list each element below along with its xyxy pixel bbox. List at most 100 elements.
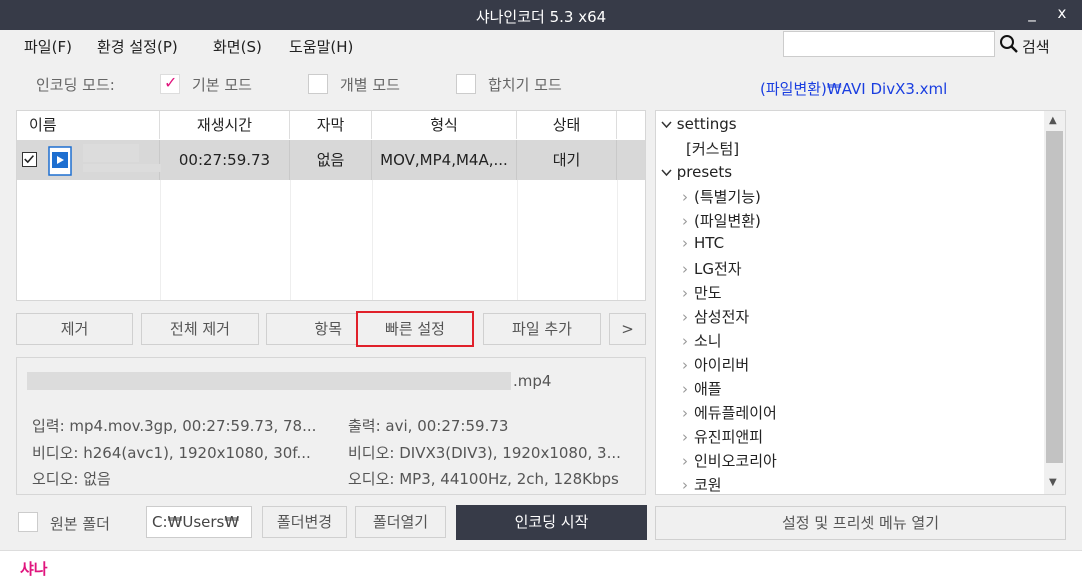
- column-header-status[interactable]: 상태: [517, 111, 617, 139]
- tree-node-label: 삼성전자: [694, 308, 750, 326]
- minimize-button[interactable]: _: [1022, 4, 1042, 22]
- column-divider: [372, 180, 373, 300]
- tree-node-preset[interactable]: › 코원: [682, 474, 722, 494]
- preset-tree[interactable]: settings [커스텀] presets › (특별기능) › (파일변환) › HT…: [655, 110, 1066, 495]
- tree-node-label: 애플: [694, 380, 722, 398]
- tree-node-preset[interactable]: › 유진피앤피: [682, 426, 763, 447]
- chevron-right-icon[interactable]: ›: [682, 284, 688, 302]
- blurred-filepath: [27, 372, 511, 390]
- chevron-right-icon[interactable]: ›: [682, 332, 688, 350]
- original-folder-checkbox[interactable]: [18, 512, 38, 532]
- tree-node-label: settings: [676, 115, 737, 133]
- chevron-right-icon[interactable]: ›: [682, 476, 688, 494]
- basic-mode-label[interactable]: 기본 모드: [192, 74, 252, 95]
- row-checkbox[interactable]: [22, 152, 37, 167]
- column-header-subtitle[interactable]: 자막: [290, 111, 372, 139]
- column-header-format[interactable]: 형식: [372, 111, 517, 139]
- scrollbar-thumb[interactable]: [1046, 131, 1063, 463]
- tree-node-preset[interactable]: › LG전자: [682, 258, 742, 279]
- original-folder-label[interactable]: 원본 폴더: [50, 513, 110, 534]
- chevron-right-icon[interactable]: ›: [682, 308, 688, 326]
- menu-help[interactable]: 도움말(H): [289, 36, 353, 57]
- menu-file[interactable]: 파일(F): [24, 36, 72, 57]
- output-audio-info: 오디오: MP3, 44100Hz, 2ch, 128Kbps: [348, 470, 619, 488]
- output-folder-field[interactable]: C:₩Users₩: [146, 506, 252, 538]
- merge-mode-checkbox[interactable]: [456, 74, 476, 94]
- tree-node-label: [커스텀]: [686, 140, 740, 158]
- open-folder-button[interactable]: 폴더열기: [355, 506, 446, 538]
- individual-mode-checkbox[interactable]: [308, 74, 328, 94]
- start-encoding-button[interactable]: 인코딩 시작: [456, 505, 647, 540]
- tree-node-label: 만도: [694, 284, 722, 302]
- tree-node-preset[interactable]: › 애플: [682, 378, 722, 399]
- tree-node-label: presets: [676, 163, 733, 181]
- chevron-right-icon[interactable]: ›: [682, 188, 688, 206]
- merge-mode-label[interactable]: 합치기 모드: [488, 74, 562, 95]
- remove-all-button[interactable]: 전체 제거: [141, 313, 259, 345]
- remove-button[interactable]: 제거: [16, 313, 133, 345]
- tree-node-label: 아이리버: [694, 356, 750, 374]
- check-icon: [24, 155, 34, 164]
- add-file-button[interactable]: 파일 추가: [483, 313, 601, 345]
- chevron-right-icon[interactable]: ›: [682, 260, 688, 278]
- file-list[interactable]: 이름 재생시간 자막 형식 상태 00:27:59.73 없음 MOV,MP4,…: [16, 110, 646, 301]
- chevron-right-icon[interactable]: ›: [682, 212, 688, 230]
- format-cell: MOV,MP4,M4A,...: [372, 140, 517, 180]
- change-folder-button[interactable]: 폴더변경: [262, 506, 347, 538]
- tree-node-preset[interactable]: › (파일변환): [682, 210, 761, 231]
- search-button-label[interactable]: 검색: [1022, 36, 1050, 57]
- current-preset-link[interactable]: (파일변환)₩AVI DivX3.xml: [760, 78, 947, 99]
- tree-node-preset[interactable]: › 소니: [682, 330, 722, 351]
- tree-node-label: HTC: [694, 234, 725, 252]
- tree-node-preset[interactable]: › HTC: [682, 234, 724, 252]
- tree-node-preset[interactable]: › 아이리버: [682, 354, 749, 375]
- tree-node-preset[interactable]: › 에듀플레이어: [682, 402, 777, 423]
- tree-node-settings[interactable]: settings: [661, 115, 737, 133]
- tree-node-label: (특별기능): [694, 188, 761, 206]
- chevron-right-icon[interactable]: ›: [682, 404, 688, 422]
- tree-node-label: 인비오코리아: [694, 452, 777, 470]
- search-input[interactable]: [783, 31, 995, 57]
- tree-node-preset[interactable]: › 만도: [682, 282, 722, 303]
- chevron-right-icon[interactable]: ›: [682, 452, 688, 470]
- column-divider: [617, 180, 618, 300]
- video-file-icon: [48, 146, 72, 176]
- chevron-right-icon[interactable]: ›: [682, 356, 688, 374]
- column-header-name[interactable]: 이름: [17, 111, 160, 139]
- tree-node-custom[interactable]: [커스텀]: [686, 138, 739, 159]
- quick-settings-button[interactable]: 빠른 설정: [356, 311, 474, 347]
- close-button[interactable]: x: [1052, 4, 1072, 22]
- blurred-filename: [83, 164, 161, 172]
- scroll-down-icon[interactable]: ▼: [1049, 477, 1057, 488]
- output-info: 출력: avi, 00:27:59.73: [348, 417, 509, 435]
- menu-view[interactable]: 화면(S): [213, 36, 262, 57]
- brand-label: 샤나: [20, 560, 48, 578]
- column-header-duration[interactable]: 재생시간: [160, 111, 290, 139]
- status-bar: [0, 550, 1082, 586]
- individual-mode-label[interactable]: 개별 모드: [340, 74, 400, 95]
- search-icon[interactable]: [999, 34, 1019, 54]
- chevron-right-icon[interactable]: ›: [682, 380, 688, 398]
- column-divider: [517, 180, 518, 300]
- menu-preferences[interactable]: 환경 설정(P): [97, 36, 178, 57]
- tree-node-preset[interactable]: › 삼성전자: [682, 306, 749, 327]
- chevron-right-icon[interactable]: ›: [682, 234, 688, 252]
- scroll-up-icon[interactable]: ▲: [1049, 115, 1057, 126]
- file-name-cell: [17, 140, 161, 180]
- basic-mode-checkbox[interactable]: ✓: [160, 73, 180, 94]
- chevron-right-icon[interactable]: ›: [682, 428, 688, 446]
- blurred-filename: [83, 144, 139, 162]
- tree-node-label: 유진피앤피: [694, 428, 764, 446]
- input-audio-info: 오디오: 없음: [32, 470, 111, 488]
- tree-scrollbar[interactable]: ▲ ▼: [1044, 111, 1065, 494]
- tree-node-presets[interactable]: presets: [661, 163, 732, 181]
- column-divider: [160, 180, 161, 300]
- check-icon: ✓: [164, 73, 178, 92]
- subtitle-cell: 없음: [290, 140, 372, 180]
- open-settings-menu-button[interactable]: 설정 및 프리셋 메뉴 열기: [655, 506, 1066, 540]
- tree-node-preset[interactable]: › 인비오코리아: [682, 450, 777, 471]
- tree-node-preset[interactable]: › (특별기능): [682, 186, 761, 207]
- encoding-mode-label: 인코딩 모드:: [36, 76, 115, 94]
- more-buttons-arrow[interactable]: >: [609, 313, 646, 345]
- table-row[interactable]: 00:27:59.73 없음 MOV,MP4,M4A,... 대기: [17, 140, 645, 180]
